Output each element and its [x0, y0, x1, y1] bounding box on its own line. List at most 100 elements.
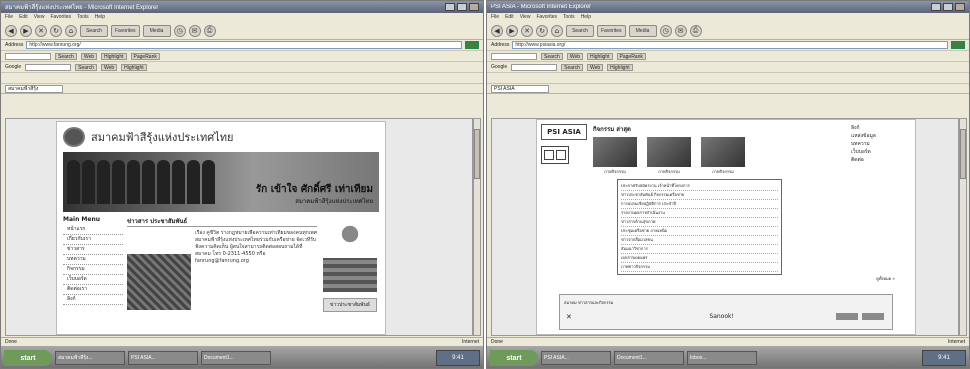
list-item[interactable]: ประกาศรับสมัครงาน เจ้าหน้าที่โครงการ [621, 182, 778, 191]
sidebar-item[interactable]: เว็บบอร์ด [63, 275, 123, 285]
list-item[interactable]: ภาพข่าวกิจกรรม [621, 263, 778, 272]
stop-icon[interactable]: ✕ [35, 24, 47, 37]
site-logo[interactable] [63, 127, 85, 147]
print-icon[interactable]: ⎙ [689, 24, 702, 37]
vertical-scrollbar[interactable] [473, 118, 481, 336]
google-search-input[interactable] [511, 63, 558, 71]
google-web-button[interactable]: Web [586, 63, 604, 71]
address-input[interactable]: http://www.fanrung.org/ [26, 41, 462, 49]
menu-tools[interactable]: Tools [77, 14, 89, 21]
google-search-input[interactable] [25, 63, 72, 71]
mail-icon[interactable]: ✉ [188, 24, 201, 37]
google-search-button[interactable]: Search [75, 63, 97, 71]
photo-item[interactable]: ภาพกิจกรรม [647, 137, 691, 175]
taskbar-item[interactable]: PSI ASIA... [128, 351, 198, 365]
toolbar-search-input[interactable] [5, 52, 51, 60]
forward-button[interactable]: ▶ [20, 24, 32, 37]
vertical-scrollbar[interactable] [959, 118, 967, 336]
maximize-button[interactable] [943, 3, 953, 11]
photo-item[interactable]: ภาพกิจกรรม [593, 137, 637, 175]
home-icon[interactable]: ⌂ [551, 24, 563, 37]
more-link[interactable]: ดูทั้งหมด » [537, 275, 895, 282]
close-icon[interactable]: ✕ [566, 313, 572, 321]
toolbar-highlight-button[interactable]: Highlight [101, 52, 127, 60]
tab-current[interactable]: สมาคมฟ้าสีรุ้ง [5, 84, 63, 93]
scroll-thumb[interactable] [960, 129, 966, 179]
list-item[interactable]: ข่าวสารด้านสุขภาพ [621, 218, 778, 227]
photo-image[interactable] [593, 137, 637, 167]
popup-brand[interactable]: Sanook! [709, 313, 734, 320]
menu-favorites[interactable]: Favorites [536, 14, 557, 21]
side-link[interactable]: บทความ [851, 140, 911, 148]
history-icon[interactable]: ◷ [659, 24, 672, 37]
sidebar-item[interactable]: หน้าแรก [63, 225, 123, 235]
forward-button[interactable]: ▶ [506, 24, 518, 37]
menu-tools[interactable]: Tools [563, 14, 575, 21]
sidebar-item[interactable]: ติดต่อเรา [63, 285, 123, 295]
promo-box[interactable]: ข่าวประชาสัมพันธ์ [323, 298, 377, 312]
sidebar-item[interactable]: เกี่ยวกับเรา [63, 235, 123, 245]
sidebar-item[interactable]: ข่าวสาร [63, 245, 123, 255]
taskbar-item[interactable]: PSI ASIA... [541, 351, 611, 365]
taskbar-item[interactable]: Inbox... [687, 351, 757, 365]
start-button[interactable]: start [4, 350, 52, 366]
toolbar-web-button[interactable]: Web [80, 52, 98, 60]
menu-file[interactable]: File [491, 14, 499, 21]
mail-icon[interactable]: ✉ [674, 24, 687, 37]
close-button[interactable] [469, 3, 479, 11]
popup-button[interactable] [862, 313, 884, 320]
menu-file[interactable]: File [5, 14, 13, 21]
google-highlight-button[interactable]: Highlight [121, 63, 147, 71]
print-icon[interactable]: ⎙ [203, 24, 216, 37]
taskbar-item[interactable]: Document1... [201, 351, 271, 365]
start-button[interactable]: start [490, 350, 538, 366]
minimize-button[interactable] [445, 3, 455, 11]
list-item[interactable]: รายงานผลการดำเนินงาน [621, 209, 778, 218]
scroll-thumb[interactable] [474, 129, 480, 179]
toolbar-highlight-button[interactable]: Highlight [587, 52, 613, 60]
list-item[interactable]: สัมมนาวิชาการ [621, 245, 778, 254]
menu-favorites[interactable]: Favorites [50, 14, 71, 21]
sidebar-item[interactable]: กิจกรรม [63, 265, 123, 275]
go-button[interactable] [951, 41, 965, 49]
toolbar-search-button[interactable]: Search [541, 52, 563, 60]
google-search-button[interactable]: Search [561, 63, 583, 71]
back-button[interactable]: ◀ [5, 24, 17, 37]
google-highlight-button[interactable]: Highlight [607, 63, 633, 71]
stop-icon[interactable]: ✕ [521, 24, 533, 37]
sidebar-item[interactable]: บทความ [63, 255, 123, 265]
minimize-button[interactable] [931, 3, 941, 11]
photo-image[interactable] [647, 137, 691, 167]
toolbar-web-button[interactable]: Web [566, 52, 584, 60]
list-item[interactable]: เอกสารเผยแพร่ [621, 254, 778, 263]
side-link[interactable]: ลิงก์ [851, 124, 911, 132]
side-link[interactable]: ติดต่อ [851, 156, 911, 164]
menu-view[interactable]: View [520, 14, 531, 21]
promo-banner[interactable] [323, 258, 377, 292]
menu-view[interactable]: View [34, 14, 45, 21]
side-link[interactable]: แหล่งข้อมูล [851, 132, 911, 140]
list-item[interactable]: การอบรมเชิงปฏิบัติการ ประจำปี [621, 200, 778, 209]
media-button[interactable]: Media [628, 24, 657, 37]
side-link[interactable]: เว็บบอร์ด [851, 148, 911, 156]
search-button[interactable]: Search [80, 24, 108, 37]
maximize-button[interactable] [457, 3, 467, 11]
home-icon[interactable]: ⌂ [65, 24, 77, 37]
tab-current[interactable]: PSI ASIA [491, 84, 549, 93]
menu-help[interactable]: Help [95, 14, 105, 21]
close-button[interactable] [955, 3, 965, 11]
back-button[interactable]: ◀ [491, 24, 503, 37]
toolbar-search-input[interactable] [491, 52, 537, 60]
list-item[interactable]: ข่าวประชาสัมพันธ์ กิจกรรมเครือข่าย [621, 191, 778, 200]
refresh-icon[interactable]: ↻ [50, 24, 62, 37]
menu-help[interactable]: Help [581, 14, 591, 21]
address-input[interactable]: http://www.psiasia.org/ [512, 41, 948, 49]
google-web-button[interactable]: Web [100, 63, 118, 71]
sidebar-item[interactable]: ลิงก์ [63, 295, 123, 305]
book-icon[interactable] [541, 146, 569, 164]
refresh-icon[interactable]: ↻ [536, 24, 548, 37]
photo-item[interactable]: ภาพกิจกรรม [701, 137, 745, 175]
partner-logo[interactable] [330, 216, 370, 252]
toolbar-pagerank-button[interactable]: PageRank [130, 52, 160, 60]
media-button[interactable]: Media [142, 24, 171, 37]
